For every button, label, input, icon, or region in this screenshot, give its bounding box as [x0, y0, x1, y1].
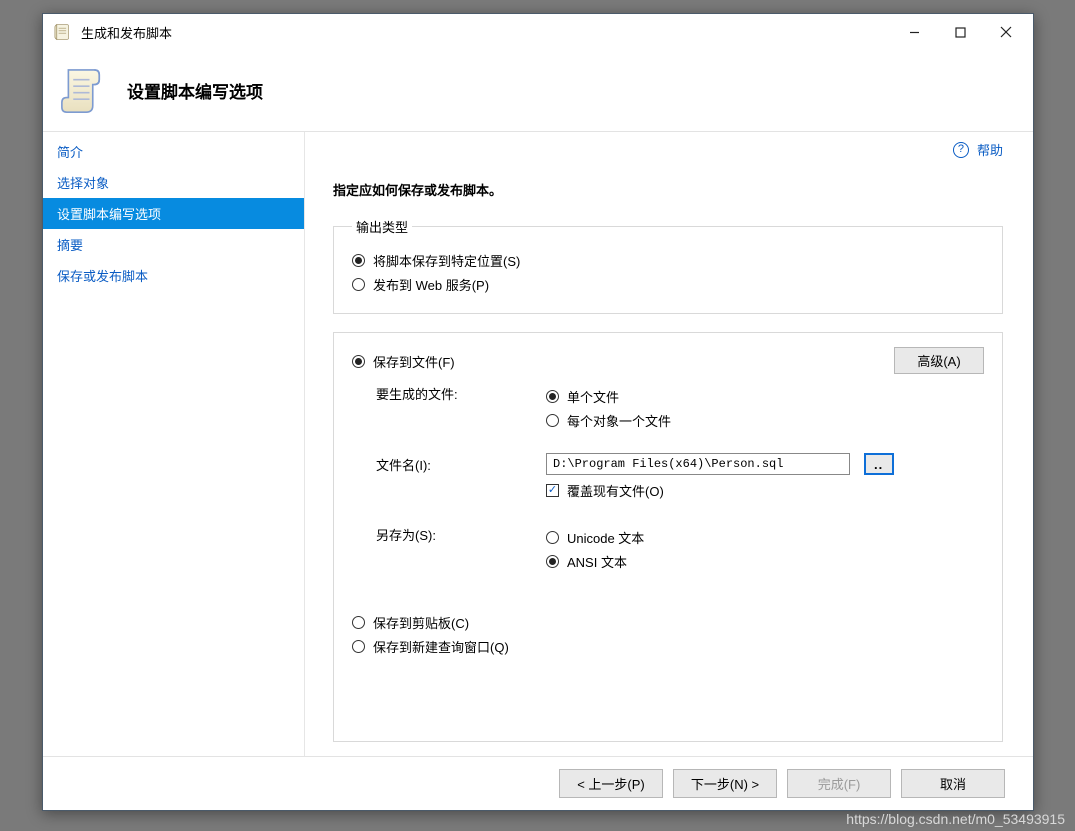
help-icon: ? [953, 142, 969, 158]
titlebar: 生成和发布脚本 [43, 14, 1033, 50]
next-button[interactable]: 下一步(N) > [673, 769, 777, 798]
sidebar-item-choose-objects[interactable]: 选择对象 [43, 167, 304, 198]
sidebar-item-save-publish[interactable]: 保存或发布脚本 [43, 260, 304, 291]
files-to-generate-label: 要生成的文件: [376, 382, 546, 403]
page-title: 设置脚本编写选项 [127, 78, 263, 103]
checkbox-overwrite-label: 覆盖现有文件(O) [567, 481, 664, 500]
radio-per-object[interactable] [546, 414, 559, 427]
radio-single-file[interactable] [546, 390, 559, 403]
prev-button[interactable]: < 上一步(P) [559, 769, 663, 798]
sidebar-item-scripting-options[interactable]: 设置脚本编写选项 [43, 198, 304, 229]
maximize-button[interactable] [937, 17, 983, 47]
instruction-text: 指定应如何保存或发布脚本。 [333, 180, 1003, 199]
radio-save-to-file-label: 保存到文件(F) [373, 352, 455, 371]
help-link[interactable]: ? 帮助 [953, 140, 1003, 159]
cancel-button[interactable]: 取消 [901, 769, 1005, 798]
close-button[interactable] [983, 17, 1029, 47]
radio-ansi-label: ANSI 文本 [567, 552, 627, 571]
filename-input[interactable] [546, 453, 850, 475]
radio-publish-web-label: 发布到 Web 服务(P) [373, 275, 489, 294]
radio-save-new-query[interactable] [352, 640, 365, 653]
radio-save-clipboard-label: 保存到剪贴板(C) [373, 613, 469, 632]
radio-ansi[interactable] [546, 555, 559, 568]
radio-save-specific[interactable] [352, 254, 365, 267]
app-icon [53, 22, 73, 42]
radio-save-specific-label: 将脚本保存到特定位置(S) [373, 251, 520, 270]
radio-save-new-query-label: 保存到新建查询窗口(Q) [373, 637, 509, 656]
output-type-legend: 输出类型 [352, 217, 412, 236]
watermark: https://blog.csdn.net/m0_53493915 [846, 811, 1065, 827]
sidebar-item-summary[interactable]: 摘要 [43, 229, 304, 260]
wizard-sidebar: 简介 选择对象 设置脚本编写选项 摘要 保存或发布脚本 [43, 132, 305, 756]
finish-button: 完成(F) [787, 769, 891, 798]
filename-label: 文件名(I): [376, 453, 546, 474]
advanced-button[interactable]: 高级(A) [894, 347, 984, 374]
radio-unicode-label: Unicode 文本 [567, 528, 644, 547]
radio-publish-web[interactable] [352, 278, 365, 291]
output-type-group: 输出类型 将脚本保存到特定位置(S) 发布到 Web 服务(P) [333, 217, 1003, 314]
radio-unicode[interactable] [546, 531, 559, 544]
content-pane: ? 帮助 指定应如何保存或发布脚本。 输出类型 将脚本保存到特定位置(S) 发布… [305, 132, 1033, 756]
help-label: 帮助 [977, 140, 1003, 159]
checkbox-overwrite[interactable] [546, 484, 559, 497]
wizard-footer: < 上一步(P) 下一步(N) > 完成(F) 取消 [43, 756, 1033, 810]
wizard-window: 生成和发布脚本 [42, 13, 1034, 811]
header: 设置脚本编写选项 [43, 50, 1033, 132]
radio-save-clipboard[interactable] [352, 616, 365, 629]
window-title: 生成和发布脚本 [81, 23, 891, 42]
radio-per-object-label: 每个对象一个文件 [567, 411, 671, 430]
body: 简介 选择对象 设置脚本编写选项 摘要 保存或发布脚本 ? 帮助 指定应如何保存… [43, 132, 1033, 756]
save-as-label: 另存为(S): [376, 523, 546, 544]
detail-box: 保存到文件(F) 高级(A) 要生成的文件: 单个文件 [333, 332, 1003, 742]
radio-save-to-file[interactable] [352, 355, 365, 368]
sidebar-item-intro[interactable]: 简介 [43, 136, 304, 167]
browse-button[interactable]: .. [864, 453, 894, 475]
radio-single-file-label: 单个文件 [567, 387, 619, 406]
minimize-button[interactable] [891, 17, 937, 47]
script-scroll-icon [57, 63, 109, 119]
